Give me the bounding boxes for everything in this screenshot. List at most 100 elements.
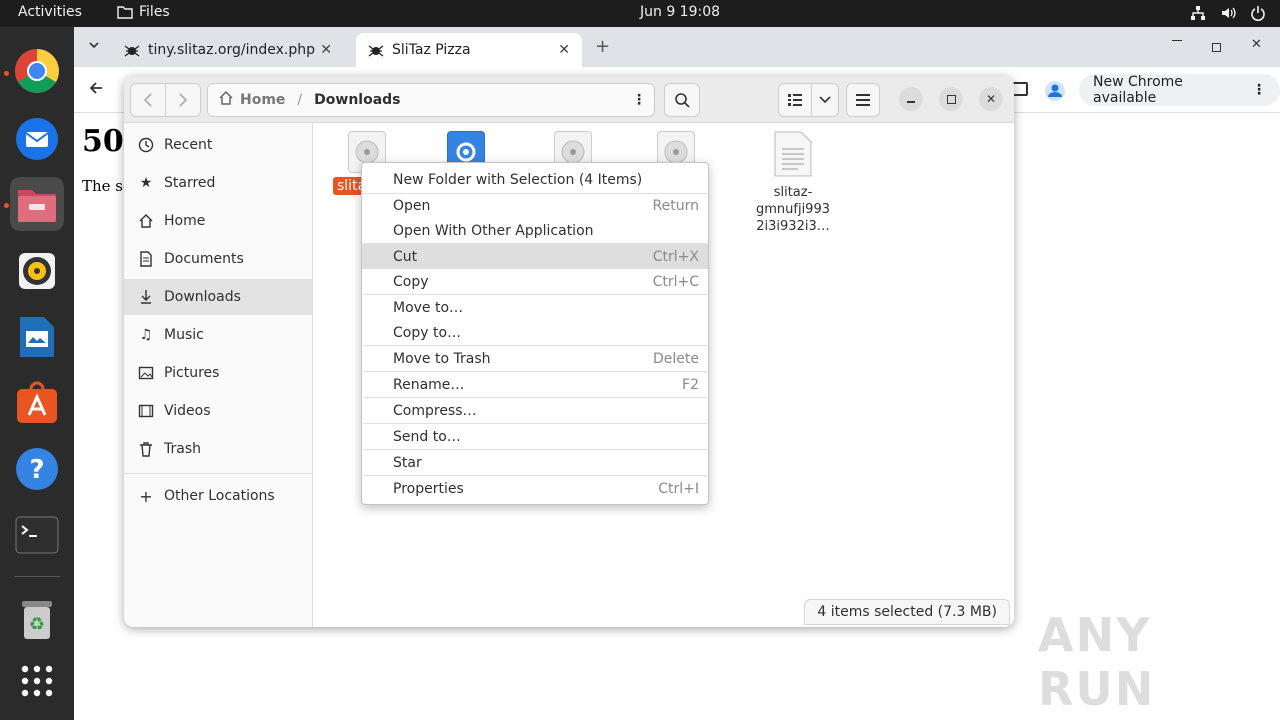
back-icon[interactable] [88, 80, 104, 100]
app-center-icon[interactable] [10, 376, 64, 430]
chrome-icon[interactable] [10, 44, 64, 98]
menu-item-compress[interactable]: Compress… [362, 398, 708, 423]
app-menu[interactable]: Files [117, 4, 170, 20]
sidebar-item-label: Recent [164, 137, 213, 153]
menu-item-copy[interactable]: Copy Ctrl+C [362, 269, 708, 294]
profile-icon[interactable] [1044, 80, 1066, 106]
menu-item-open[interactable]: Open Return [362, 193, 708, 218]
trash-icon[interactable]: ♻ [10, 592, 64, 646]
spider-icon [124, 45, 140, 57]
app-name-label: Files [139, 4, 170, 20]
trash-icon [140, 442, 152, 457]
menu-item-accel: Ctrl+X [652, 248, 699, 265]
clock-icon [138, 137, 154, 153]
sidebar-item-label: Videos [164, 403, 211, 419]
path-home[interactable]: Home [240, 92, 285, 108]
list-view-icon [788, 94, 802, 106]
menu-item-open-with-other-application[interactable]: Open With Other Application [362, 218, 708, 243]
file-item[interactable]: slitaz- gmnufji993 2i3i932i3… [743, 131, 843, 235]
path-current[interactable]: Downloads [314, 92, 400, 108]
sidebar-item-videos[interactable]: Videos [124, 393, 312, 429]
close-tab-icon[interactable]: ✕ [320, 42, 332, 58]
minimize-icon [907, 101, 915, 103]
sidebar-item-music[interactable]: ♫ Music [124, 317, 312, 353]
sidebar-item-other-locations[interactable]: + Other Locations [124, 478, 312, 514]
home-icon [218, 90, 234, 110]
sidebar-item-documents[interactable]: Documents [124, 241, 312, 277]
sidebar-item-label: Pictures [164, 365, 220, 381]
view-list-button[interactable] [778, 83, 812, 117]
libreoffice-writer-icon[interactable] [10, 310, 64, 364]
menu-item-copy-to[interactable]: Copy to… [362, 320, 708, 345]
path-bar[interactable]: Home / Downloads [207, 83, 655, 117]
menu-item-move-to-trash[interactable]: Move to Trash Delete [362, 346, 708, 371]
sidebar-item-pictures[interactable]: Pictures [124, 355, 312, 391]
menu-item-accel: F2 [682, 376, 699, 393]
help-icon[interactable]: ? [10, 442, 64, 496]
menu-item-rename[interactable]: Rename… F2 [362, 372, 708, 397]
sidebar-item-label: Other Locations [164, 488, 275, 504]
video-icon [138, 404, 154, 418]
menu-item-move-to[interactable]: Move to… [362, 295, 708, 320]
tab-search-icon[interactable] [88, 39, 100, 55]
svg-text:♻: ♻ [29, 614, 45, 635]
folder-icon [117, 6, 133, 19]
new-chrome-available-button[interactable]: New Chrome available ⋮ [1079, 74, 1280, 106]
menu-item-properties[interactable]: Properties Ctrl+I [362, 476, 708, 501]
maximize-icon [946, 94, 956, 104]
sidebar-item-trash[interactable]: Trash [124, 431, 312, 467]
menu-item-label: Copy to… [393, 324, 462, 341]
close-icon[interactable]: ✕ [1251, 37, 1262, 52]
path-menu-button[interactable]: ⋮ [623, 83, 655, 117]
status-floating-bar: 4 items selected (7.3 MB) [804, 599, 1010, 625]
sidebar-item-starred[interactable]: ★ Starred [124, 165, 312, 201]
terminal-icon[interactable] [10, 508, 64, 562]
tab-slitaz-pizza[interactable]: SliTaz Pizza ✕ [356, 33, 582, 67]
power-icon [1250, 5, 1266, 21]
document-icon [140, 251, 152, 267]
tab-title: tiny.slitaz.org/index.php [148, 42, 316, 58]
hamburger-icon [856, 94, 870, 106]
menu-item-label: Rename… [393, 376, 465, 393]
new-tab-icon[interactable]: + [595, 36, 610, 57]
home-icon [139, 214, 153, 228]
thunderbird-icon[interactable] [10, 112, 64, 166]
sidebar-item-downloads[interactable]: Downloads [124, 279, 312, 315]
chevron-right-icon [179, 93, 188, 107]
clock[interactable]: Jun 9 19:08 [640, 4, 720, 20]
spider-icon [368, 45, 384, 57]
menu-item-accel: Return [652, 197, 699, 214]
close-button[interactable]: ✕ [979, 87, 1003, 111]
search-button[interactable] [664, 83, 700, 117]
plus-icon: + [139, 486, 153, 506]
close-tab-icon[interactable]: ✕ [558, 42, 570, 58]
menu-item-new-folder-with-selection[interactable]: New Folder with Selection (4 Items) [362, 167, 708, 192]
text-file-icon [774, 131, 812, 177]
menu-item-label: Compress… [393, 402, 477, 419]
activities-button[interactable]: Activities [18, 4, 82, 20]
maximize-button[interactable] [939, 87, 963, 111]
files-icon[interactable] [10, 177, 64, 231]
menu-item-cut[interactable]: Cut Ctrl+X [362, 244, 708, 269]
menu-item-label: Open [393, 197, 431, 214]
sidebar-item-label: Music [164, 327, 204, 343]
forward-button[interactable] [165, 83, 201, 117]
show-apps-icon[interactable] [10, 654, 64, 708]
sidebar-item-label: Trash [164, 441, 201, 457]
maximize-icon[interactable] [1212, 43, 1221, 52]
view-options-button[interactable] [811, 83, 839, 117]
menu-item-label: Send to… [393, 428, 461, 445]
sidebar-item-recent[interactable]: Recent [124, 127, 312, 163]
menu-item-send-to[interactable]: Send to… [362, 424, 708, 449]
menu-item-star[interactable]: Star [362, 450, 708, 475]
rhythmbox-icon[interactable] [10, 244, 64, 298]
back-button[interactable] [130, 83, 166, 117]
side-panel-icon[interactable] [1012, 82, 1028, 96]
system-tray[interactable] [1190, 5, 1266, 21]
sidebar-item-home[interactable]: Home [124, 203, 312, 239]
minimize-icon[interactable] [1172, 40, 1182, 41]
main-menu-button[interactable] [846, 83, 880, 117]
tab-slitaz-index[interactable]: tiny.slitaz.org/index.php ✕ [112, 33, 344, 67]
minimize-button[interactable] [899, 87, 923, 111]
picture-icon [138, 366, 154, 380]
